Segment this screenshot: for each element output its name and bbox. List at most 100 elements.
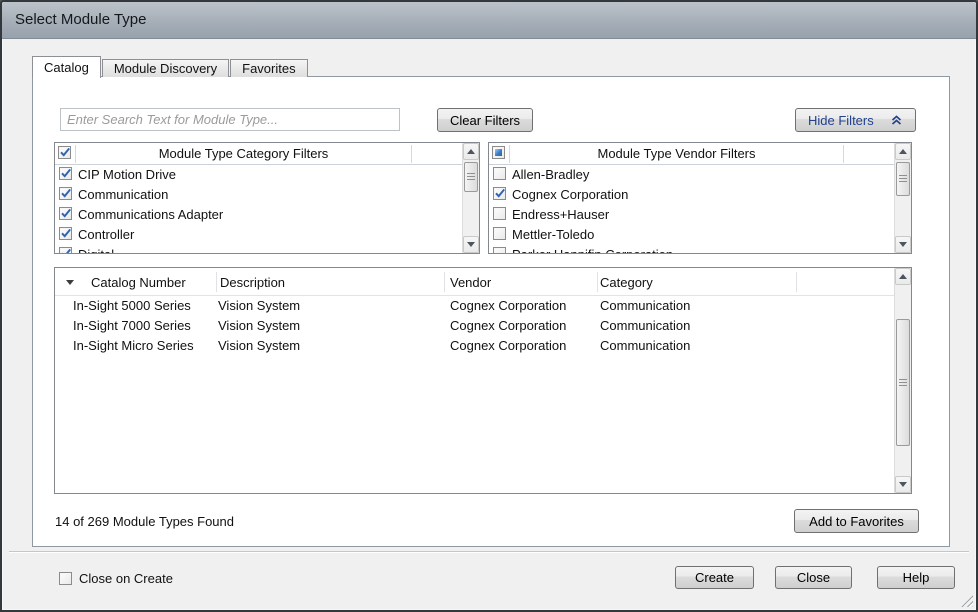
arrow-down-icon bbox=[899, 242, 907, 247]
filter-item-checkbox[interactable] bbox=[59, 227, 72, 240]
filter-item-label: Mettler-Toledo bbox=[512, 227, 594, 242]
scrollbar-down-button[interactable] bbox=[895, 236, 911, 253]
arrow-up-icon bbox=[467, 149, 475, 154]
tab-favorites[interactable]: Favorites bbox=[230, 59, 307, 77]
scrollbar-thumb[interactable] bbox=[464, 162, 478, 192]
vendor-filter-item-mettler-toledo[interactable]: Mettler-Toledo bbox=[489, 225, 894, 245]
indeterminate-mark bbox=[495, 149, 502, 156]
filter-item-label: Allen-Bradley bbox=[512, 167, 589, 182]
cell-category: Communication bbox=[600, 338, 690, 353]
thumb-gripper-icon bbox=[899, 379, 907, 387]
select-module-type-dialog: Select Module Type Catalog Module Discov… bbox=[0, 0, 978, 612]
category-list-scrollbar[interactable] bbox=[462, 143, 479, 253]
column-header-description[interactable]: Description bbox=[220, 268, 285, 296]
filter-item-label: Parker Hannifin Corporation bbox=[512, 247, 673, 253]
vendor-filter-item-allen-bradley[interactable]: Allen-Bradley bbox=[489, 165, 894, 185]
footer-separator bbox=[9, 551, 969, 553]
cell-category: Communication bbox=[600, 298, 690, 313]
tab-module-discovery[interactable]: Module Discovery bbox=[102, 59, 229, 77]
table-scrollbar[interactable] bbox=[894, 268, 911, 493]
search-input[interactable] bbox=[60, 108, 400, 131]
header-divider bbox=[843, 145, 844, 163]
category-filter-item-communications-adapter[interactable]: Communications Adapter bbox=[55, 205, 462, 225]
filter-item-checkbox[interactable] bbox=[59, 167, 72, 180]
check-icon bbox=[58, 145, 72, 159]
dialog-title: Select Module Type bbox=[15, 11, 146, 28]
select-all-vendors-checkbox[interactable] bbox=[492, 146, 505, 159]
filter-item-checkbox[interactable] bbox=[59, 187, 72, 200]
scrollbar-up-button[interactable] bbox=[463, 143, 479, 160]
table-row-in-sight-5000-series[interactable]: In-Sight 5000 SeriesVision SystemCognex … bbox=[55, 296, 894, 316]
category-filters-title: Module Type Category Filters bbox=[76, 143, 411, 164]
table-header[interactable]: Catalog Number Description Vendor Catego… bbox=[55, 268, 894, 296]
category-filter-rows: CIP Motion DriveCommunication Communicati… bbox=[55, 165, 462, 253]
vendor-filter-item-parker-hannifin-corporation[interactable]: Parker Hannifin Corporation bbox=[489, 245, 894, 253]
scrollbar-down-button[interactable] bbox=[895, 476, 911, 493]
filter-item-label: Controller bbox=[78, 227, 134, 242]
select-all-categories-checkbox[interactable] bbox=[58, 146, 71, 159]
sort-indicator-icon[interactable] bbox=[66, 280, 74, 285]
double-chevron-up-icon bbox=[891, 115, 902, 126]
scrollbar-up-button[interactable] bbox=[895, 143, 911, 160]
close-button[interactable]: Close bbox=[775, 566, 852, 589]
column-header-catalog-number[interactable]: Catalog Number bbox=[91, 268, 186, 296]
filter-item-label: Communications Adapter bbox=[78, 207, 223, 222]
close-on-create-option[interactable]: Close on Create bbox=[59, 571, 173, 586]
resize-grip[interactable] bbox=[960, 594, 973, 607]
add-to-favorites-button[interactable]: Add to Favorites bbox=[794, 509, 919, 533]
filter-item-checkbox[interactable] bbox=[493, 167, 506, 180]
category-filter-item-controller[interactable]: Controller bbox=[55, 225, 462, 245]
filter-item-checkbox[interactable] bbox=[493, 187, 506, 200]
table-row-in-sight-micro-series[interactable]: In-Sight Micro SeriesVision SystemCognex… bbox=[55, 336, 894, 356]
close-on-create-checkbox[interactable] bbox=[59, 572, 72, 585]
category-filter-item-communication[interactable]: Communication bbox=[55, 185, 462, 205]
filter-item-checkbox[interactable] bbox=[59, 207, 72, 220]
category-filter-header: Module Type Category Filters bbox=[55, 143, 462, 165]
titlebar[interactable]: Select Module Type bbox=[2, 2, 976, 39]
vendor-filter-item-endress-hauser[interactable]: Endress+Hauser bbox=[489, 205, 894, 225]
check-icon bbox=[493, 186, 507, 200]
create-button[interactable]: Create bbox=[675, 566, 754, 589]
scrollbar-up-button[interactable] bbox=[895, 268, 911, 285]
module-type-results-table: Catalog Number Description Vendor Catego… bbox=[54, 267, 912, 494]
filter-item-checkbox[interactable] bbox=[493, 207, 506, 220]
hide-filters-button[interactable]: Hide Filters bbox=[795, 108, 916, 132]
thumb-gripper-icon bbox=[899, 175, 907, 183]
check-icon bbox=[59, 206, 73, 220]
tab-catalog[interactable]: Catalog bbox=[32, 56, 101, 78]
cell-description: Vision System bbox=[218, 298, 300, 313]
column-divider[interactable] bbox=[216, 272, 217, 292]
results-count-status: 14 of 269 Module Types Found bbox=[55, 514, 234, 529]
category-filter-item-cip-motion-drive[interactable]: CIP Motion Drive bbox=[55, 165, 462, 185]
arrow-up-icon bbox=[899, 149, 907, 154]
help-button[interactable]: Help bbox=[877, 566, 955, 589]
filter-item-label: Cognex Corporation bbox=[512, 187, 628, 202]
table-row-in-sight-7000-series[interactable]: In-Sight 7000 SeriesVision SystemCognex … bbox=[55, 316, 894, 336]
vendor-list-scrollbar[interactable] bbox=[894, 143, 911, 253]
filter-item-checkbox[interactable] bbox=[493, 247, 506, 253]
check-icon bbox=[59, 246, 73, 253]
category-filter-item-digital[interactable]: Digital bbox=[55, 245, 462, 253]
scrollbar-thumb[interactable] bbox=[896, 319, 910, 446]
scrollbar-thumb[interactable] bbox=[896, 162, 910, 196]
arrow-down-icon bbox=[899, 482, 907, 487]
column-divider[interactable] bbox=[796, 272, 797, 292]
header-divider bbox=[411, 145, 412, 163]
filter-item-checkbox[interactable] bbox=[59, 247, 72, 253]
column-divider[interactable] bbox=[597, 272, 598, 292]
check-icon bbox=[59, 226, 73, 240]
column-header-vendor[interactable]: Vendor bbox=[450, 268, 491, 296]
cell-vendor: Cognex Corporation bbox=[450, 298, 566, 313]
column-header-category[interactable]: Category bbox=[600, 268, 653, 296]
clear-filters-button[interactable]: Clear Filters bbox=[437, 108, 533, 132]
cell-description: Vision System bbox=[218, 338, 300, 353]
cell-catalog: In-Sight Micro Series bbox=[73, 338, 194, 353]
close-on-create-label: Close on Create bbox=[79, 571, 173, 586]
cell-vendor: Cognex Corporation bbox=[450, 318, 566, 333]
vendor-filters-title: Module Type Vendor Filters bbox=[510, 143, 843, 164]
column-divider[interactable] bbox=[444, 272, 445, 292]
vendor-filter-item-cognex-corporation[interactable]: Cognex Corporation bbox=[489, 185, 894, 205]
filter-item-checkbox[interactable] bbox=[493, 227, 506, 240]
table-body: In-Sight 5000 SeriesVision SystemCognex … bbox=[55, 296, 894, 493]
scrollbar-down-button[interactable] bbox=[463, 236, 479, 253]
